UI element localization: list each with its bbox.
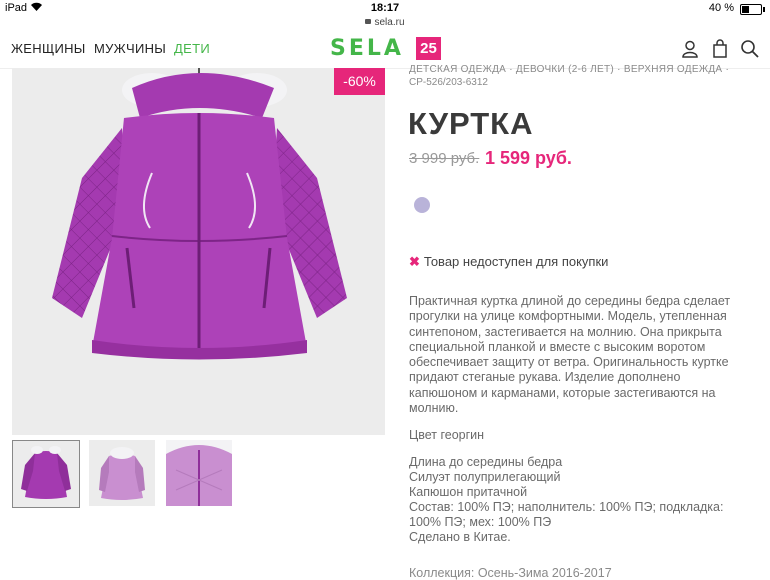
logo-anniversary-badge: 25 [416,37,441,60]
battery-icon [740,4,765,15]
spec-origin: Сделано в Китае. [409,530,511,544]
clock: 18:17 [370,2,400,14]
ios-status-bar: iPad 18:17 40 % [0,0,770,17]
breadcrumb[interactable]: ДЕТСКАЯ ОДЕЖДА · ДЕВОЧКИ (2-6 ЛЕТ) · ВЕР… [409,64,759,75]
close-icon: ✖ [409,254,420,269]
jacket-thumb-front [13,441,79,507]
product-description: Практичная куртка длиной до середины бед… [409,294,731,416]
battery-percent: 40 % [708,2,734,14]
product-title: КУРТКА [408,106,534,141]
thumbnail-2[interactable] [89,440,155,506]
old-price: 3 999 руб. [409,150,480,167]
nav-women[interactable]: ЖЕНЩИНЫ [11,41,86,56]
thumbnail-3[interactable] [166,440,232,506]
spec-silhouette: Силуэт полуприлегающий [409,470,561,484]
color-swatch[interactable] [414,197,430,213]
sela-logo[interactable]: SELA 25 [330,36,441,64]
nav-men[interactable]: МУЖЧИНЫ [94,41,166,56]
lock-icon [365,19,372,24]
logo-text: SELA [330,36,404,61]
product-color: Цвет георгин [409,428,485,442]
jacket-illustration [52,68,347,360]
availability-text: Товар недоступен для покупки [423,254,609,269]
jacket-thumb-back [89,440,155,506]
address-bar[interactable]: sela.ru [0,17,770,31]
sale-price: 1 599 руб. [485,148,572,168]
search-icon[interactable] [740,39,760,59]
account-icon[interactable] [680,39,700,59]
thumbnail-1[interactable] [12,440,80,508]
spec-length: Длина до середины бедра [409,455,563,469]
spec-composition: Состав: 100% ПЭ; наполнитель: 100% ПЭ; п… [409,500,724,529]
product-main-image[interactable]: -60% [12,68,385,435]
spec-hood: Капюшон притачной [409,485,528,499]
jacket-thumb-detail [166,440,232,506]
nav-kids[interactable]: ДЕТИ [174,41,210,56]
product-sku: CP-526/203-6312 [409,77,488,88]
url-text: sela.ru [374,17,405,28]
discount-badge: -60% [334,68,385,95]
availability-status: ✖ Товар недоступен для покупки [409,254,608,270]
cart-icon[interactable] [710,39,730,59]
